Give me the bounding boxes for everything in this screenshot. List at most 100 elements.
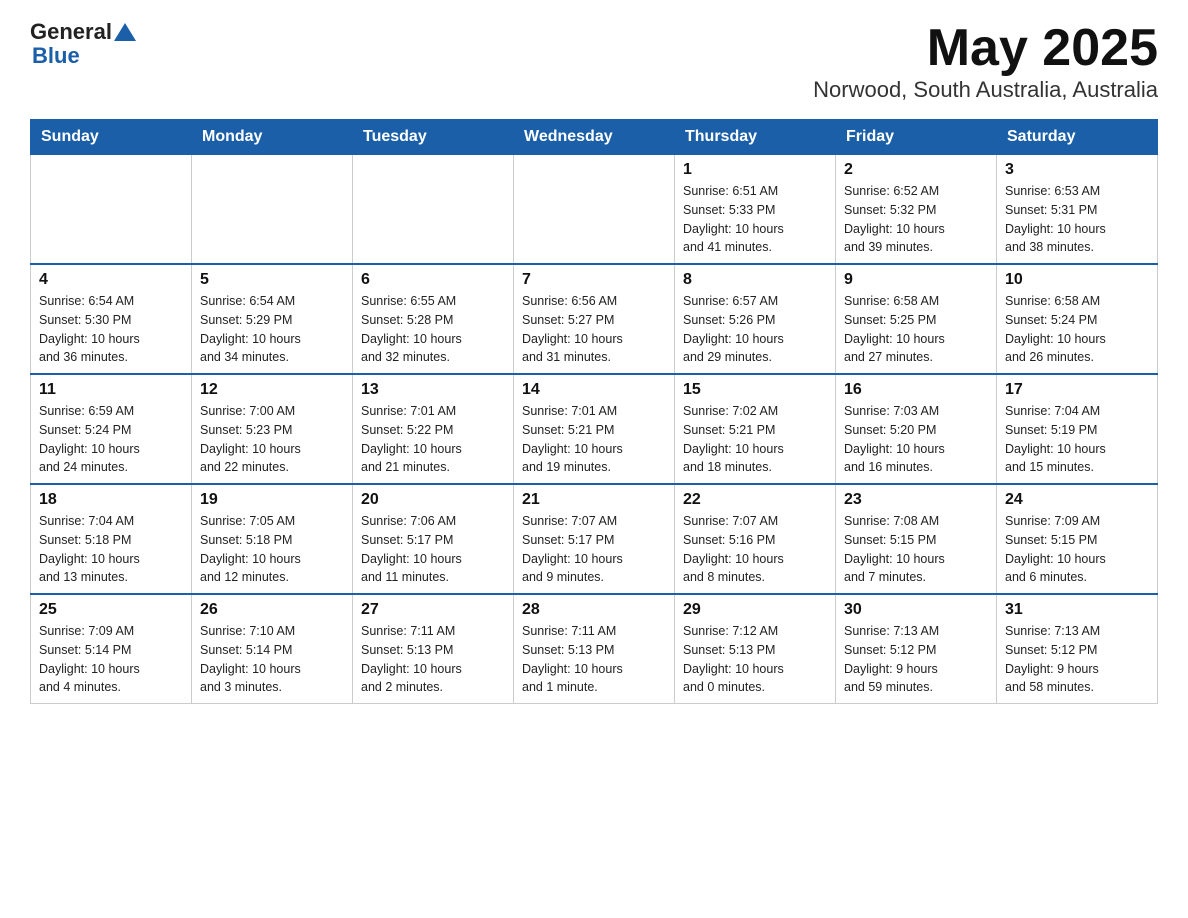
day-number: 10 xyxy=(1005,271,1149,289)
calendar-cell: 2 Sunrise: 6:52 AM Sunset: 5:32 PM Daylig… xyxy=(836,155,997,265)
day-number: 4 xyxy=(39,271,183,289)
page-subtitle: Norwood, South Australia, Australia xyxy=(813,77,1158,103)
day-info: Sunrise: 7:11 AM Sunset: 5:13 PM Dayligh… xyxy=(522,622,666,697)
calendar-cell: 16 Sunrise: 7:03 AM Sunset: 5:20 PM Dayli… xyxy=(836,374,997,484)
day-number: 26 xyxy=(200,601,344,619)
day-number: 21 xyxy=(522,491,666,509)
calendar-cell: 4 Sunrise: 6:54 AM Sunset: 5:30 PM Daylig… xyxy=(31,264,192,374)
day-info: Sunrise: 6:54 AM Sunset: 5:30 PM Dayligh… xyxy=(39,292,183,367)
logo-general-text: General xyxy=(30,20,112,44)
calendar-cell: 11Sunrise: 6:59 AM Sunset: 5:24 PM Dayli… xyxy=(31,374,192,484)
calendar-cell: 9Sunrise: 6:58 AM Sunset: 5:25 PM Daylig… xyxy=(836,264,997,374)
calendar-header-row: SundayMondayTuesdayWednesdayThursdayFrid… xyxy=(31,120,1158,155)
day-info: Sunrise: 7:04 AM Sunset: 5:18 PM Dayligh… xyxy=(39,512,183,587)
day-number: 7 xyxy=(522,271,666,289)
calendar-cell xyxy=(192,155,353,265)
day-info: Sunrise: 7:02 AM Sunset: 5:21 PM Dayligh… xyxy=(683,402,827,477)
day-info: Sunrise: 7:01 AM Sunset: 5:21 PM Dayligh… xyxy=(522,402,666,477)
day-info: Sunrise: 7:00 AM Sunset: 5:23 PM Dayligh… xyxy=(200,402,344,477)
calendar-cell: 25 Sunrise: 7:09 AM Sunset: 5:14 PM Dayli… xyxy=(31,594,192,704)
day-number: 11 xyxy=(39,381,183,399)
calendar-cell: 30 Sunrise: 7:13 AM Sunset: 5:12 PM Dayli… xyxy=(836,594,997,704)
title-block: May 2025 Norwood, South Australia, Austr… xyxy=(813,20,1158,103)
day-number: 17 xyxy=(1005,381,1149,399)
header-monday: Monday xyxy=(192,120,353,155)
day-info: Sunrise: 7:09 AM Sunset: 5:15 PM Dayligh… xyxy=(1005,512,1149,587)
calendar-cell: 23 Sunrise: 7:08 AM Sunset: 5:15 PM Dayli… xyxy=(836,484,997,594)
day-info: Sunrise: 6:57 AM Sunset: 5:26 PM Dayligh… xyxy=(683,292,827,367)
day-info: Sunrise: 6:53 AM Sunset: 5:31 PM Dayligh… xyxy=(1005,182,1149,257)
calendar-cell: 17Sunrise: 7:04 AM Sunset: 5:19 PM Dayli… xyxy=(997,374,1158,484)
calendar-cell: 29 Sunrise: 7:12 AM Sunset: 5:13 PM Dayli… xyxy=(675,594,836,704)
day-number: 13 xyxy=(361,381,505,399)
day-number: 3 xyxy=(1005,161,1149,179)
header-friday: Friday xyxy=(836,120,997,155)
header-wednesday: Wednesday xyxy=(514,120,675,155)
day-number: 8 xyxy=(683,271,827,289)
day-info: Sunrise: 7:10 AM Sunset: 5:14 PM Dayligh… xyxy=(200,622,344,697)
calendar-cell: 26 Sunrise: 7:10 AM Sunset: 5:14 PM Dayli… xyxy=(192,594,353,704)
day-number: 28 xyxy=(522,601,666,619)
calendar-cell: 19Sunrise: 7:05 AM Sunset: 5:18 PM Dayli… xyxy=(192,484,353,594)
calendar-cell: 1Sunrise: 6:51 AM Sunset: 5:33 PM Daylig… xyxy=(675,155,836,265)
logo-blue-text: Blue xyxy=(32,44,136,68)
day-info: Sunrise: 6:55 AM Sunset: 5:28 PM Dayligh… xyxy=(361,292,505,367)
day-info: Sunrise: 7:01 AM Sunset: 5:22 PM Dayligh… xyxy=(361,402,505,477)
day-info: Sunrise: 7:11 AM Sunset: 5:13 PM Dayligh… xyxy=(361,622,505,697)
calendar-cell: 7 Sunrise: 6:56 AM Sunset: 5:27 PM Daylig… xyxy=(514,264,675,374)
day-info: Sunrise: 7:09 AM Sunset: 5:14 PM Dayligh… xyxy=(39,622,183,697)
day-number: 29 xyxy=(683,601,827,619)
day-number: 27 xyxy=(361,601,505,619)
calendar-cell xyxy=(514,155,675,265)
calendar-table: SundayMondayTuesdayWednesdayThursdayFrid… xyxy=(30,119,1158,704)
calendar-week-row: 4 Sunrise: 6:54 AM Sunset: 5:30 PM Daylig… xyxy=(31,264,1158,374)
day-number: 19 xyxy=(200,491,344,509)
day-info: Sunrise: 6:58 AM Sunset: 5:24 PM Dayligh… xyxy=(1005,292,1149,367)
day-number: 16 xyxy=(844,381,988,399)
calendar-cell: 3 Sunrise: 6:53 AM Sunset: 5:31 PM Daylig… xyxy=(997,155,1158,265)
day-number: 12 xyxy=(200,381,344,399)
calendar-cell: 28 Sunrise: 7:11 AM Sunset: 5:13 PM Dayli… xyxy=(514,594,675,704)
calendar-cell: 27 Sunrise: 7:11 AM Sunset: 5:13 PM Dayli… xyxy=(353,594,514,704)
calendar-cell xyxy=(31,155,192,265)
day-number: 15 xyxy=(683,381,827,399)
calendar-cell: 21 Sunrise: 7:07 AM Sunset: 5:17 PM Dayli… xyxy=(514,484,675,594)
day-number: 31 xyxy=(1005,601,1149,619)
calendar-week-row: 18 Sunrise: 7:04 AM Sunset: 5:18 PM Dayli… xyxy=(31,484,1158,594)
day-info: Sunrise: 7:07 AM Sunset: 5:16 PM Dayligh… xyxy=(683,512,827,587)
calendar-cell: 13 Sunrise: 7:01 AM Sunset: 5:22 PM Dayli… xyxy=(353,374,514,484)
calendar-cell: 31Sunrise: 7:13 AM Sunset: 5:12 PM Dayli… xyxy=(997,594,1158,704)
calendar-week-row: 25 Sunrise: 7:09 AM Sunset: 5:14 PM Dayli… xyxy=(31,594,1158,704)
day-info: Sunrise: 6:56 AM Sunset: 5:27 PM Dayligh… xyxy=(522,292,666,367)
header-tuesday: Tuesday xyxy=(353,120,514,155)
day-info: Sunrise: 7:07 AM Sunset: 5:17 PM Dayligh… xyxy=(522,512,666,587)
calendar-cell: 24 Sunrise: 7:09 AM Sunset: 5:15 PM Dayli… xyxy=(997,484,1158,594)
day-number: 5 xyxy=(200,271,344,289)
calendar-cell: 12 Sunrise: 7:00 AM Sunset: 5:23 PM Dayli… xyxy=(192,374,353,484)
day-number: 30 xyxy=(844,601,988,619)
day-info: Sunrise: 7:03 AM Sunset: 5:20 PM Dayligh… xyxy=(844,402,988,477)
day-number: 25 xyxy=(39,601,183,619)
day-number: 23 xyxy=(844,491,988,509)
calendar-cell: 15 Sunrise: 7:02 AM Sunset: 5:21 PM Dayli… xyxy=(675,374,836,484)
day-number: 14 xyxy=(522,381,666,399)
calendar-week-row: 1Sunrise: 6:51 AM Sunset: 5:33 PM Daylig… xyxy=(31,155,1158,265)
day-info: Sunrise: 7:13 AM Sunset: 5:12 PM Dayligh… xyxy=(844,622,988,697)
header-saturday: Saturday xyxy=(997,120,1158,155)
day-number: 2 xyxy=(844,161,988,179)
day-info: Sunrise: 7:08 AM Sunset: 5:15 PM Dayligh… xyxy=(844,512,988,587)
day-info: Sunrise: 7:12 AM Sunset: 5:13 PM Dayligh… xyxy=(683,622,827,697)
calendar-cell: 10 Sunrise: 6:58 AM Sunset: 5:24 PM Dayli… xyxy=(997,264,1158,374)
calendar-cell: 6Sunrise: 6:55 AM Sunset: 5:28 PM Daylig… xyxy=(353,264,514,374)
logo: General Blue xyxy=(30,20,136,68)
calendar-cell: 22 Sunrise: 7:07 AM Sunset: 5:16 PM Dayli… xyxy=(675,484,836,594)
calendar-cell xyxy=(353,155,514,265)
day-number: 18 xyxy=(39,491,183,509)
header-sunday: Sunday xyxy=(31,120,192,155)
day-info: Sunrise: 6:52 AM Sunset: 5:32 PM Dayligh… xyxy=(844,182,988,257)
day-number: 22 xyxy=(683,491,827,509)
calendar-cell: 14 Sunrise: 7:01 AM Sunset: 5:21 PM Dayli… xyxy=(514,374,675,484)
calendar-cell: 5Sunrise: 6:54 AM Sunset: 5:29 PM Daylig… xyxy=(192,264,353,374)
day-number: 24 xyxy=(1005,491,1149,509)
page-title: May 2025 xyxy=(813,20,1158,77)
